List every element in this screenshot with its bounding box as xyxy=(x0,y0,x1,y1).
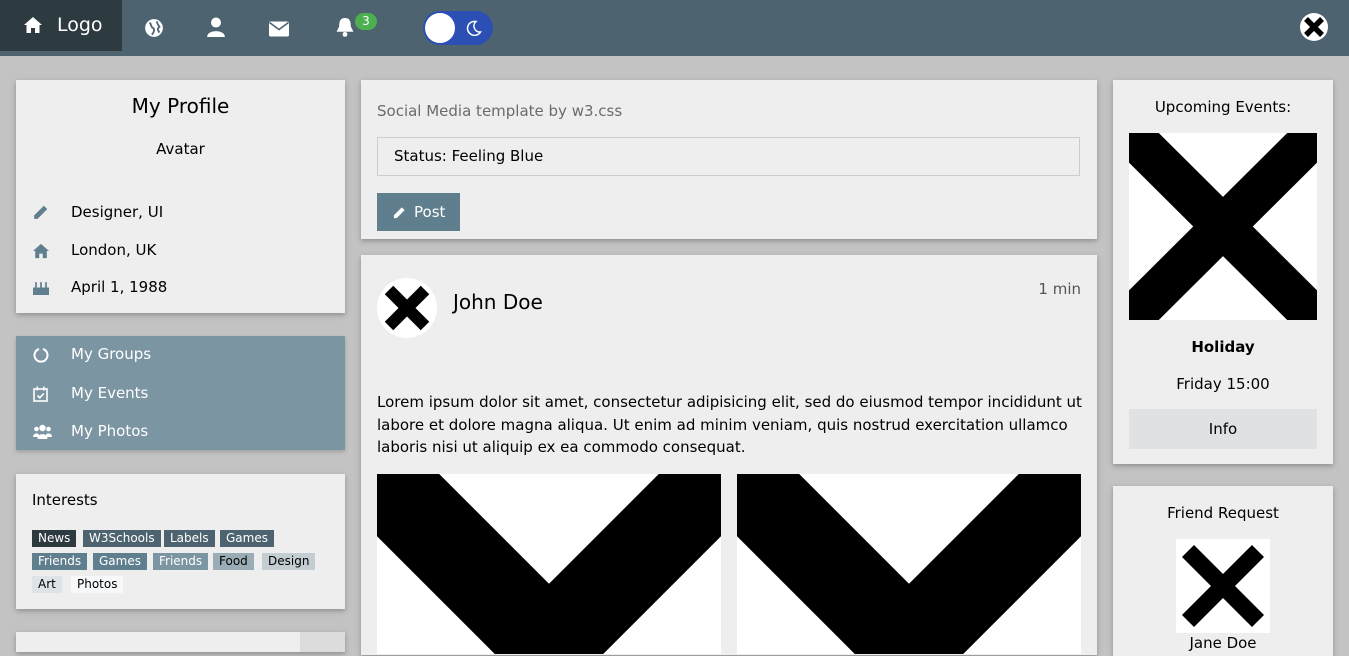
post-time: 1 min xyxy=(1038,280,1081,298)
friend-request-title: Friend Request xyxy=(1167,504,1279,522)
interest-tag[interactable]: Art xyxy=(32,576,62,593)
event-image xyxy=(1129,133,1317,320)
interest-tag[interactable]: Labels xyxy=(164,530,215,547)
events-title: Upcoming Events: xyxy=(1154,98,1292,116)
interest-tag[interactable]: Games xyxy=(93,553,147,570)
event-info-button[interactable]: Info xyxy=(1129,409,1317,449)
author-avatar[interactable] xyxy=(377,278,437,338)
circle-notch-icon xyxy=(33,348,49,363)
interest-tag[interactable]: Food xyxy=(213,553,254,570)
avatar-placeholder-icon xyxy=(1181,544,1265,628)
friend-name: Jane Doe xyxy=(1189,634,1257,652)
interest-tag[interactable]: Friends xyxy=(153,553,209,570)
bell-icon[interactable] xyxy=(335,17,355,37)
menu-label: My Events xyxy=(71,384,149,402)
events-card: Upcoming Events: Holiday Friday 15:00 In… xyxy=(1113,80,1333,464)
interest-tag[interactable]: News xyxy=(32,530,77,547)
globe-icon[interactable] xyxy=(144,18,164,38)
user-avatar[interactable] xyxy=(1300,13,1328,41)
logo-label: Logo xyxy=(57,14,103,36)
image-placeholder-icon xyxy=(1129,133,1317,320)
friend-avatar xyxy=(1176,539,1270,633)
avatar-placeholder-icon xyxy=(1304,17,1324,37)
menu-my-events[interactable]: My Events xyxy=(16,375,345,413)
toggle-knob xyxy=(425,13,455,43)
interests-card: Interests News W3Schools Labels Games Fr… xyxy=(16,474,345,609)
interest-tag[interactable]: Games xyxy=(220,530,274,547)
profile-menu: My Groups My Events My Photos xyxy=(16,336,345,450)
birthday-cake-icon xyxy=(33,282,49,295)
profile-location: London, UK xyxy=(71,241,157,259)
users-icon xyxy=(33,424,52,439)
status-input[interactable]: Status: Feeling Blue xyxy=(377,137,1080,176)
interest-tag[interactable]: Design xyxy=(262,553,316,570)
interests-title: Interests xyxy=(32,491,98,509)
composer-subtitle: Social Media template by w3.css xyxy=(377,102,623,120)
profile-card: My Profile Avatar Designer, UI London, U… xyxy=(16,80,345,313)
alert-card xyxy=(16,632,345,652)
dark-mode-toggle[interactable] xyxy=(423,11,493,45)
logo-link[interactable]: Logo xyxy=(0,0,122,51)
calendar-check-icon xyxy=(33,386,48,402)
avatar-placeholder-icon xyxy=(384,285,430,331)
post-text: Lorem ipsum dolor sit amet, consectetur … xyxy=(377,393,1082,456)
post-button[interactable]: Post xyxy=(377,193,460,231)
profile-avatar: Avatar xyxy=(156,140,205,158)
post-image[interactable] xyxy=(377,474,721,654)
event-time: Friday 15:00 xyxy=(1176,375,1270,393)
envelope-icon[interactable] xyxy=(269,19,289,39)
image-placeholder-icon xyxy=(737,474,1081,654)
post-image[interactable] xyxy=(737,474,1081,654)
home-icon xyxy=(33,243,49,259)
profile-title: My Profile xyxy=(131,94,230,118)
image-placeholder-icon xyxy=(377,474,721,654)
close-button[interactable] xyxy=(300,632,345,652)
interest-tag[interactable]: Photos xyxy=(71,576,124,593)
profile-birthday: April 1, 1988 xyxy=(71,278,168,296)
pencil-icon xyxy=(34,205,48,219)
menu-label: My Groups xyxy=(71,345,152,363)
event-name: Holiday xyxy=(1191,338,1255,356)
post-author: John Doe xyxy=(453,290,543,314)
notification-badge: 3 xyxy=(355,13,377,30)
friend-request-card: Friend Request Jane Doe xyxy=(1113,486,1333,656)
pencil-icon xyxy=(393,207,405,219)
user-icon[interactable] xyxy=(206,17,226,37)
menu-my-photos[interactable]: My Photos xyxy=(16,413,345,451)
composer-card: Social Media template by w3.css Status: … xyxy=(361,80,1097,239)
interest-tag[interactable]: Friends xyxy=(32,553,88,570)
menu-label: My Photos xyxy=(71,422,149,440)
top-navbar: Logo 3 xyxy=(0,0,1349,56)
interest-tag[interactable]: W3Schools xyxy=(83,530,161,547)
post-button-label: Post xyxy=(414,203,446,221)
moon-icon xyxy=(466,20,482,36)
menu-my-groups[interactable]: My Groups xyxy=(16,336,345,374)
profile-job: Designer, UI xyxy=(71,203,164,221)
home-icon xyxy=(24,17,42,33)
feed-post-card: John Doe 1 min Lorem ipsum dolor sit ame… xyxy=(361,255,1097,655)
